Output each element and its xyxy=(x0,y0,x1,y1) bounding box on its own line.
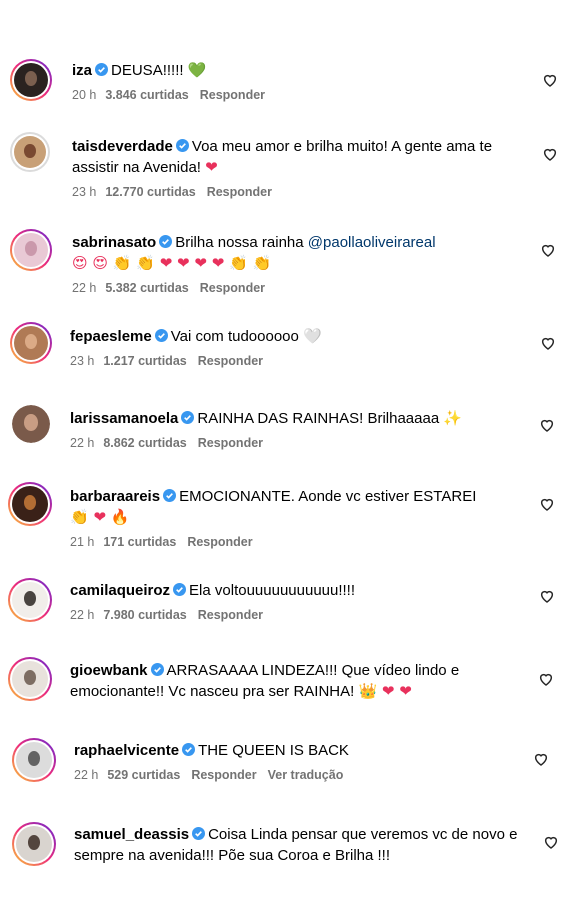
comment-emoji: 😍 😍 👏 👏 ❤ ❤ ❤ ❤ 👏 👏 xyxy=(72,254,272,272)
comment-emoji: ❤ xyxy=(205,158,218,176)
heart-outline-icon[interactable] xyxy=(540,242,556,258)
comment-text: EMOCIONANTE. Aonde vc estiver ESTAREI xyxy=(179,488,477,505)
verified-badge-icon xyxy=(173,583,187,596)
comment-time: 22 h xyxy=(74,768,99,782)
reply-button[interactable]: Responder xyxy=(198,608,263,622)
verified-badge-icon xyxy=(154,329,168,342)
verified-badge-icon xyxy=(159,235,173,248)
comment-time: 22 h xyxy=(72,281,97,295)
reply-button[interactable]: Responder xyxy=(198,436,263,450)
comment-time: 23 h xyxy=(72,185,97,199)
translate-button[interactable]: Ver tradução xyxy=(268,768,344,782)
avatar[interactable] xyxy=(10,59,52,101)
avatar[interactable] xyxy=(8,578,52,622)
avatar[interactable] xyxy=(8,482,52,526)
verified-badge-icon xyxy=(192,827,206,840)
avatar[interactable] xyxy=(12,738,56,782)
comment-time: 21 h xyxy=(70,535,95,549)
comment-emoji: 👏 ❤ 🔥 xyxy=(70,508,130,526)
comment-time: 23 h xyxy=(70,354,95,368)
heart-outline-icon[interactable] xyxy=(542,146,558,162)
comment-time: 22 h xyxy=(70,436,95,450)
avatar[interactable] xyxy=(8,657,52,701)
reply-button[interactable]: Responder xyxy=(191,768,256,782)
verified-badge-icon xyxy=(150,663,164,676)
verified-badge-icon xyxy=(175,139,189,152)
comment-text: Vai com tudoooooo xyxy=(170,328,304,345)
verified-badge-icon xyxy=(95,63,109,76)
likes-count[interactable]: 171 curtidas xyxy=(103,535,176,549)
comment-text: Ela voltouuuuuuuuuuu!!!! xyxy=(189,582,356,599)
heart-outline-icon[interactable] xyxy=(539,496,555,512)
reply-button[interactable]: Responder xyxy=(187,535,252,549)
reply-button[interactable]: Responder xyxy=(200,281,265,295)
comment-emoji: 🤍 xyxy=(303,327,322,345)
comment-text: RAINHA DAS RAINHAS! Brilhaaaaa xyxy=(197,410,444,427)
comment-username[interactable]: barbaraareis xyxy=(70,488,160,505)
avatar[interactable] xyxy=(12,822,56,866)
comment-username[interactable]: larissamanoela xyxy=(70,410,178,427)
reply-button[interactable]: Responder xyxy=(200,88,265,102)
heart-outline-icon[interactable] xyxy=(538,671,554,687)
comment-emoji: 👑 ❤ ❤ xyxy=(358,682,412,700)
avatar[interactable] xyxy=(10,322,52,364)
comment-username[interactable]: taisdeverdade xyxy=(72,138,173,155)
heart-outline-icon[interactable] xyxy=(539,417,555,433)
reply-button[interactable]: Responder xyxy=(207,185,272,199)
comment-username[interactable]: samuel_deassis xyxy=(74,826,189,843)
comment-text: Brilha nossa rainha xyxy=(175,234,308,251)
mention-link[interactable]: @paollaoliveirareal xyxy=(308,234,436,251)
comment-username[interactable]: gioewbank xyxy=(70,662,148,679)
comment-time: 20 h xyxy=(72,88,97,102)
likes-count[interactable]: 12.770 curtidas xyxy=(105,185,195,199)
likes-count[interactable]: 5.382 curtidas xyxy=(105,281,188,295)
avatar[interactable] xyxy=(10,229,52,271)
verified-badge-icon xyxy=(181,411,195,424)
heart-outline-icon[interactable] xyxy=(540,335,556,351)
comment-text: DEUSA!!!!! xyxy=(111,62,188,79)
heart-outline-icon[interactable] xyxy=(533,751,549,767)
heart-outline-icon[interactable] xyxy=(543,834,559,850)
likes-count[interactable]: 3.846 curtidas xyxy=(105,88,188,102)
comment-username[interactable]: sabrinasato xyxy=(72,234,156,251)
likes-count[interactable]: 529 curtidas xyxy=(107,768,180,782)
likes-count[interactable]: 7.980 curtidas xyxy=(103,608,186,622)
comment-username[interactable]: fepaesleme xyxy=(70,328,152,345)
comment-text: THE QUEEN IS BACK xyxy=(198,742,349,759)
avatar[interactable] xyxy=(10,132,50,172)
verified-badge-icon xyxy=(182,743,196,756)
verified-badge-icon xyxy=(163,489,177,502)
comment-emoji: ✨ xyxy=(443,409,463,427)
reply-button[interactable]: Responder xyxy=(198,354,263,368)
heart-outline-icon[interactable] xyxy=(542,72,558,88)
avatar[interactable] xyxy=(12,405,50,443)
comment-emoji: 💚 xyxy=(187,61,207,79)
likes-count[interactable]: 8.862 curtidas xyxy=(103,436,186,450)
comment-username[interactable]: camilaqueiroz xyxy=(70,582,170,599)
comment-username[interactable]: raphaelvicente xyxy=(74,742,179,759)
heart-outline-icon[interactable] xyxy=(539,588,555,604)
likes-count[interactable]: 1.217 curtidas xyxy=(103,354,186,368)
comment-username[interactable]: iza xyxy=(72,62,92,79)
comment-time: 22 h xyxy=(70,608,95,622)
